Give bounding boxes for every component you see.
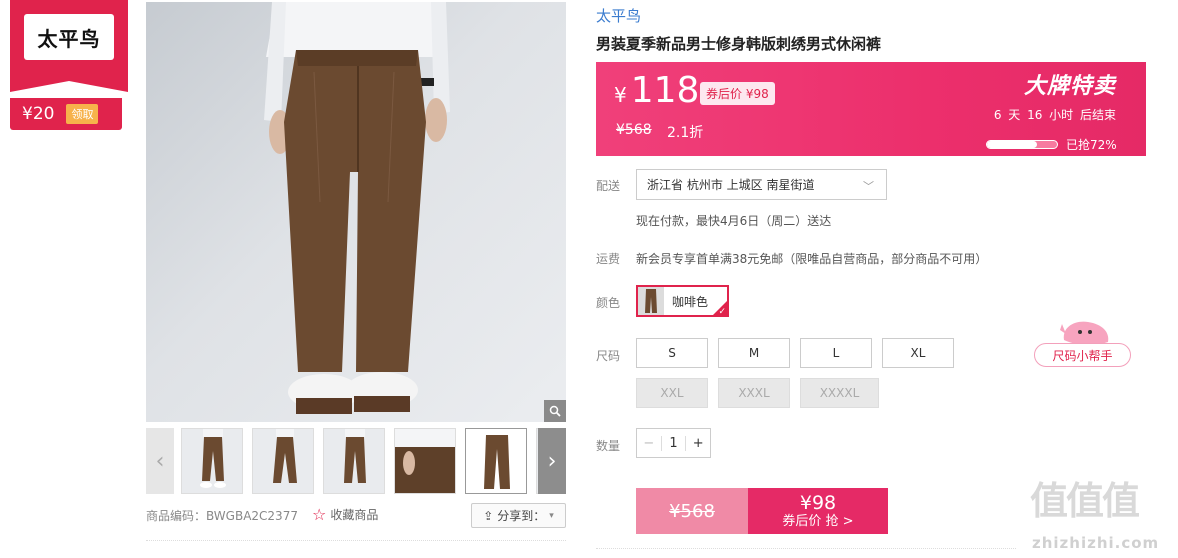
thumbnail-5[interactable] [465, 428, 527, 494]
price-bar: ¥ 118 券后价 ¥98 ¥568 2.1折 大牌特卖 6 天 16 小时 后… [596, 62, 1146, 156]
main-product-image[interactable] [146, 2, 566, 422]
divider [596, 548, 1016, 549]
color-label: 颜色 [596, 296, 621, 310]
favorite-button[interactable]: ☆ 收藏商品 [312, 505, 378, 524]
brand-link[interactable]: 太平鸟 [596, 5, 641, 26]
buy-coupon-action: 券后价 抢 > [782, 514, 854, 529]
watermark-logo: 值值值 [1030, 479, 1140, 523]
zoom-icon[interactable] [544, 400, 566, 422]
quantity-label: 数量 [596, 439, 621, 453]
share-button[interactable]: ⇪ 分享到： ▾ [471, 503, 566, 528]
color-name: 咖啡色 [672, 294, 709, 309]
claim-coupon-button[interactable]: 领取 [66, 104, 99, 124]
quantity-increase-button[interactable]: + [685, 435, 710, 451]
buy-with-coupon-button[interactable]: ¥98 券后价 抢 > [748, 488, 888, 534]
sold-progress: 已抢72% [986, 136, 1117, 153]
countdown: 6 天 16 小时 后结束 [993, 108, 1116, 122]
brand-coupon[interactable]: ¥20 领取 [10, 98, 122, 130]
product-code: 商品编码：BWGBA2C2377 [146, 509, 298, 523]
discount-label: 2.1折 [667, 125, 704, 141]
color-option-selected[interactable]: 咖啡色 ✓ [636, 285, 729, 317]
freight-label: 运费 [596, 252, 621, 266]
thumbnail-2[interactable] [252, 428, 314, 494]
thumbnail-strip: ‹ › [146, 428, 566, 494]
watermark: 值值值 zhizhizhi.com [1030, 470, 1176, 556]
star-icon: ☆ [312, 505, 327, 524]
brand-logo[interactable]: 太平鸟 [24, 14, 114, 60]
coupon-amount: ¥20 [22, 104, 55, 124]
thumbnail-next-button[interactable]: › [538, 428, 566, 494]
size-helper[interactable]: 尺码小帮手 [1034, 316, 1131, 368]
size-option-m[interactable]: M [718, 338, 790, 368]
sold-text: 已抢72% [1066, 138, 1117, 152]
favorite-label: 收藏商品 [330, 508, 379, 522]
size-option-xxl[interactable]: XXL [636, 378, 708, 408]
pants-illustration [264, 2, 450, 414]
currency-symbol: ¥ [614, 83, 627, 107]
share-icon: ⇪ [483, 508, 494, 523]
price-value: 118 [630, 70, 700, 111]
size-option-xl[interactable]: XL [882, 338, 954, 368]
product-title: 男装夏季新品男士修身韩版刺绣男式休闲裤 [596, 35, 882, 53]
quantity-decrease-button[interactable]: − [637, 435, 662, 451]
size-option-xxxxl[interactable]: XXXXL [800, 378, 879, 408]
original-price: ¥568 [616, 122, 652, 138]
divider [146, 540, 566, 541]
quantity-stepper[interactable]: − 1 + [636, 428, 711, 458]
size-label: 尺码 [596, 349, 621, 363]
thumbnail-4[interactable] [394, 428, 456, 494]
current-price: ¥ 118 [614, 70, 699, 111]
progress-fill [987, 141, 1038, 148]
color-swatch [638, 287, 664, 315]
size-option-xxxl[interactable]: XXXL [718, 378, 790, 408]
chevron-down-icon: ﹀ [863, 180, 874, 193]
chevron-right-icon: › [547, 448, 557, 474]
address-value: 浙江省 杭州市 上城区 南星街道 [647, 178, 815, 192]
size-option-s[interactable]: S [636, 338, 708, 368]
progress-track [986, 140, 1058, 149]
address-select[interactable]: 浙江省 杭州市 上城区 南星街道 ﹀ [636, 169, 887, 200]
brand-badge[interactable]: 太平鸟 ¥20 领取 [10, 0, 128, 133]
buy-box[interactable]: ¥568 ¥98 券后价 抢 > [636, 488, 888, 534]
buy-original-price: ¥568 [636, 488, 748, 534]
after-coupon-badge: 券后价 ¥98 [700, 82, 775, 105]
thumbnail-prev-button[interactable]: ‹ [146, 428, 174, 494]
thumbnail-1[interactable] [181, 428, 243, 494]
thumbnail-3[interactable] [323, 428, 385, 494]
size-helper-label[interactable]: 尺码小帮手 [1034, 343, 1131, 367]
sale-title: 大牌特卖 [1023, 74, 1116, 99]
buy-coupon-price: ¥98 [799, 492, 837, 514]
check-icon: ✓ [718, 307, 726, 317]
caret-down-icon: ▾ [549, 510, 554, 521]
quantity-value[interactable]: 1 [662, 436, 686, 451]
shipping-label: 配送 [596, 179, 621, 193]
size-option-l[interactable]: L [800, 338, 872, 368]
share-label: 分享到： [497, 509, 546, 523]
delivery-note: 现在付款，最快4月6日（周二）送达 [636, 214, 832, 228]
chevron-left-icon: ‹ [155, 448, 165, 474]
freight-text: 新会员专享首单满38元免邮（限唯品自营商品，部分商品不可用） [636, 252, 988, 266]
watermark-url: zhizhizhi.com [1032, 534, 1160, 552]
